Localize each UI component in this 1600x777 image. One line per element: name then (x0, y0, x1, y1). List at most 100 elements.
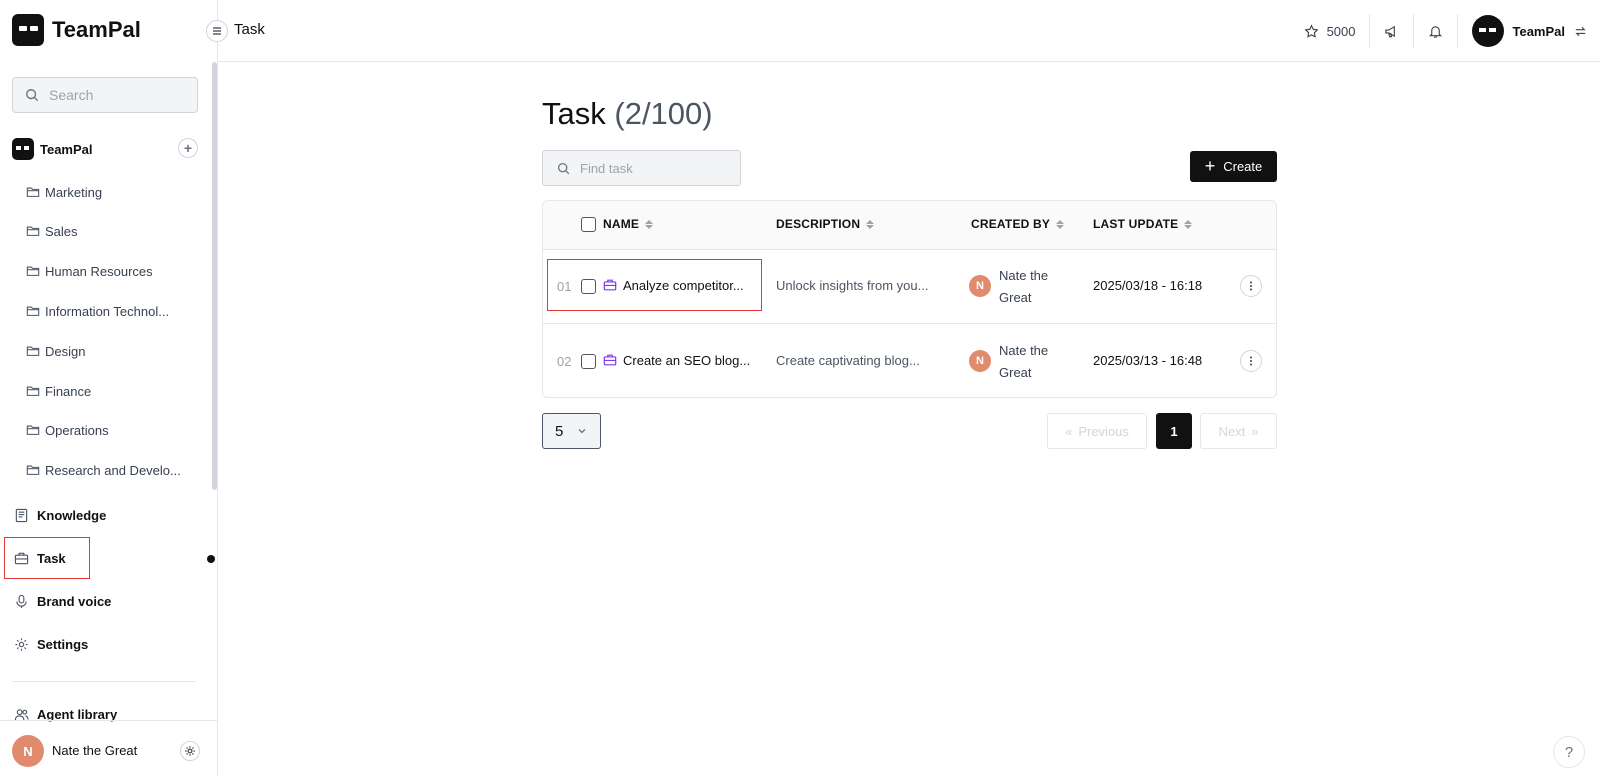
table-row[interactable]: 02 Create an SEO blog... Create captivat… (543, 325, 1276, 397)
sidebar-search-placeholder: Search (49, 87, 94, 103)
select-all-checkbox[interactable] (581, 217, 596, 232)
row-actions-button[interactable] (1240, 350, 1262, 372)
task-last-update: 2025/03/18 - 16:18 (1093, 278, 1203, 293)
sort-icon[interactable] (1184, 219, 1193, 229)
folder-label: Human Resources (45, 263, 153, 279)
breadcrumb: Task (234, 21, 265, 38)
workspace-logo-icon (12, 138, 34, 160)
header-actions: 5000 TeamPal (1290, 0, 1600, 62)
app-logo[interactable]: TeamPal (12, 14, 141, 46)
task-description: Unlock insights from you... (776, 278, 929, 293)
sort-icon[interactable] (1056, 219, 1065, 229)
search-icon (557, 162, 570, 174)
app-name: TeamPal (52, 17, 141, 42)
sidebar-item-operations[interactable]: Operations (26, 419, 109, 441)
plus-icon: + (1204, 155, 1216, 176)
folder-icon (26, 226, 40, 236)
task-name[interactable]: Create an SEO blog... (623, 353, 750, 368)
sidebar-item-design[interactable]: Design (26, 340, 85, 362)
page-size-value: 5 (555, 422, 564, 440)
task-last-update: 2025/03/13 - 16:48 (1093, 353, 1203, 368)
briefcase-icon (603, 354, 617, 366)
sidebar-scrollbar[interactable] (212, 62, 217, 490)
column-label: CREATED BY (971, 217, 1051, 231)
column-label: DESCRIPTION (776, 217, 861, 231)
page-title-text: Task (542, 96, 606, 131)
table-header: NAME DESCRIPTION CREATED BY LAST UPDATE (543, 201, 1276, 250)
bell-icon (1429, 25, 1443, 38)
refresh-icon (1575, 26, 1586, 36)
next-page-button[interactable]: Next » (1200, 413, 1277, 449)
sort-icon[interactable] (866, 219, 875, 229)
row-actions-button[interactable] (1240, 275, 1262, 297)
user-name[interactable]: Nate the Great (52, 743, 137, 758)
page-button-current[interactable]: 1 (1156, 413, 1192, 449)
avatar[interactable]: N (12, 735, 44, 767)
task-highlight-box (4, 537, 90, 579)
folder-label: Operations (45, 422, 109, 438)
workspace-name: TeamPal (40, 141, 93, 157)
row-index: 02 (557, 354, 572, 369)
add-folder-button[interactable]: + (178, 138, 198, 158)
sidebar-item-information-technology[interactable]: Information Technol... (26, 300, 169, 322)
sidebar-item-sales[interactable]: Sales (26, 220, 78, 242)
account-name: TeamPal (1512, 23, 1565, 39)
notifications-button[interactable] (1413, 14, 1457, 48)
column-header-created-by[interactable]: CREATED BY (971, 217, 1065, 231)
sidebar-item-finance[interactable]: Finance (26, 380, 91, 402)
toggle-sidebar-button[interactable] (206, 20, 228, 42)
microphone-icon (16, 594, 27, 608)
nav-label: Brand voice (37, 593, 112, 609)
folder-label: Design (45, 343, 86, 359)
page-size-select[interactable]: 5 (542, 413, 601, 449)
sort-icon[interactable] (645, 219, 654, 229)
sidebar-item-knowledge[interactable]: Knowledge (14, 503, 106, 527)
user-settings-button[interactable] (180, 741, 200, 761)
folder-icon (26, 266, 40, 276)
sidebar-item-brand-voice[interactable]: Brand voice (14, 589, 111, 613)
gear-icon (15, 637, 28, 651)
folder-icon (26, 425, 40, 435)
sidebar-item-research[interactable]: Research and Develo... (26, 459, 181, 481)
help-button[interactable]: ? (1553, 736, 1585, 768)
sidebar-item-settings[interactable]: Settings (14, 632, 88, 656)
announcements-button[interactable] (1369, 14, 1413, 48)
nav-label: Knowledge (37, 507, 107, 523)
previous-page-button[interactable]: « Previous (1047, 413, 1147, 449)
folder-label: Finance (45, 383, 92, 399)
folder-label: Marketing (45, 184, 103, 200)
creator-line: Great (999, 365, 1032, 380)
active-indicator-dot (207, 555, 215, 563)
find-task-input[interactable]: Find task (542, 150, 741, 186)
hamburger-icon (213, 27, 221, 35)
sidebar-search-input[interactable]: Search (12, 77, 198, 113)
double-chevron-right-icon: » (1251, 423, 1259, 439)
creator-line: Nate the (999, 343, 1049, 358)
column-label: LAST UPDATE (1093, 217, 1179, 231)
double-chevron-left-icon: « (1065, 423, 1073, 439)
task-description: Create captivating blog... (776, 353, 920, 368)
sidebar-item-marketing[interactable]: Marketing (26, 181, 102, 203)
sidebar-item-human-resources[interactable]: Human Resources (26, 260, 153, 282)
user-profile-bar: N Nate the Great (0, 720, 218, 777)
nav-label: Settings (37, 636, 89, 652)
next-label: Next (1218, 423, 1246, 439)
row-checkbox[interactable] (581, 354, 596, 369)
folder-icon (26, 465, 40, 475)
create-button[interactable]: + Create (1190, 151, 1277, 182)
credits-value: 5000 (1326, 23, 1356, 39)
folder-icon (26, 187, 40, 197)
folder-label: Information Technol... (45, 303, 170, 319)
workspace-item[interactable]: TeamPal + (12, 138, 198, 160)
previous-label: Previous (1078, 423, 1129, 439)
column-header-description[interactable]: DESCRIPTION (776, 217, 875, 231)
credits-display[interactable]: 5000 (1290, 14, 1370, 48)
column-header-name[interactable]: NAME (603, 217, 654, 231)
teampal-logo-icon (12, 14, 44, 46)
folder-label: Research and Develo... (45, 462, 181, 478)
more-vertical-icon (1250, 281, 1252, 291)
account-switcher[interactable]: TeamPal (1457, 14, 1600, 48)
column-header-last-update[interactable]: LAST UPDATE (1093, 217, 1193, 231)
search-icon (26, 89, 39, 102)
sidebar: TeamPal Search TeamPal + Marketing Sales… (0, 0, 218, 777)
